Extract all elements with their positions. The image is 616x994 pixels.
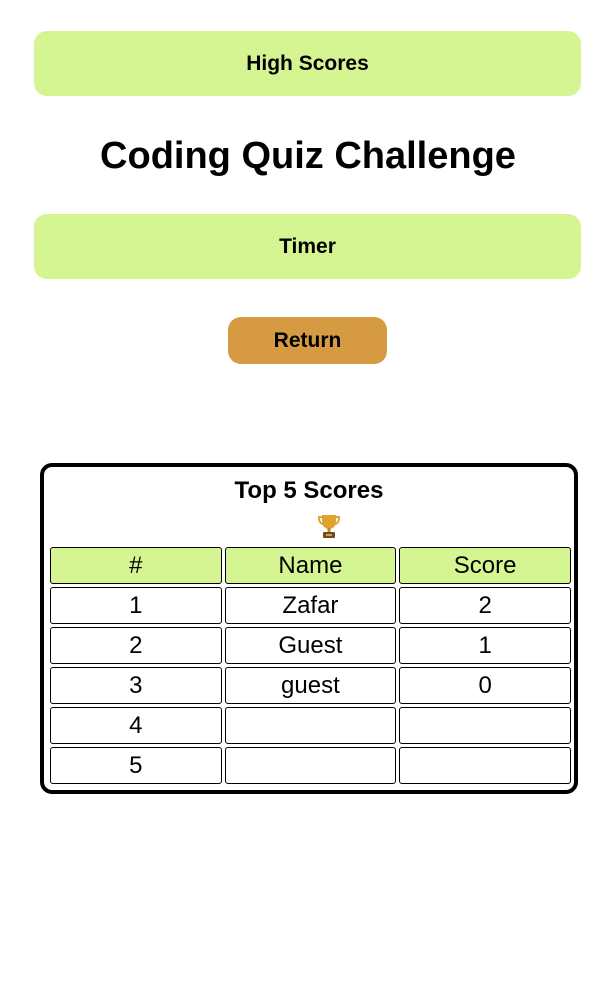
score-cell: 2 [399,587,571,624]
scores-title: Top 5 Scores [234,477,384,504]
table-row: 5 [50,747,571,784]
score-cell [399,747,571,784]
rank-cell: 3 [50,667,222,704]
column-header-rank: # [50,547,222,584]
table-header-row: # Name Score [50,547,571,584]
scores-table: # Name Score 1 Zafar 2 2 Guest 1 3 guest… [47,544,574,787]
rank-cell: 5 [50,747,222,784]
high-scores-link[interactable]: High Scores [34,31,581,96]
name-cell: Guest [224,627,397,664]
column-header-name: Name [224,547,397,584]
table-row: 2 Guest 1 [50,627,571,664]
trophy-icon [317,515,341,538]
rank-cell: 1 [50,587,222,624]
rank-cell: 4 [50,707,222,744]
column-header-score: Score [399,547,571,584]
high-scores-label: High Scores [246,51,369,75]
top-scores-panel: Top 5 Scores # Name Score 1 Zafar 2 2 Gu… [40,463,578,794]
timer-label: Timer [279,234,336,258]
score-cell [399,707,571,744]
name-cell: guest [224,667,397,704]
timer-display: Timer [34,214,581,279]
return-button[interactable]: Return [228,317,387,364]
table-row: 1 Zafar 2 [50,587,571,624]
table-row: 4 [50,707,571,744]
rank-cell: 2 [50,627,222,664]
score-cell: 0 [399,667,571,704]
name-cell [224,747,397,784]
name-cell: Zafar [224,587,397,624]
page-title: Coding Quiz Challenge [100,135,516,177]
table-row: 3 guest 0 [50,667,571,704]
name-cell [224,707,397,744]
score-cell: 1 [399,627,571,664]
